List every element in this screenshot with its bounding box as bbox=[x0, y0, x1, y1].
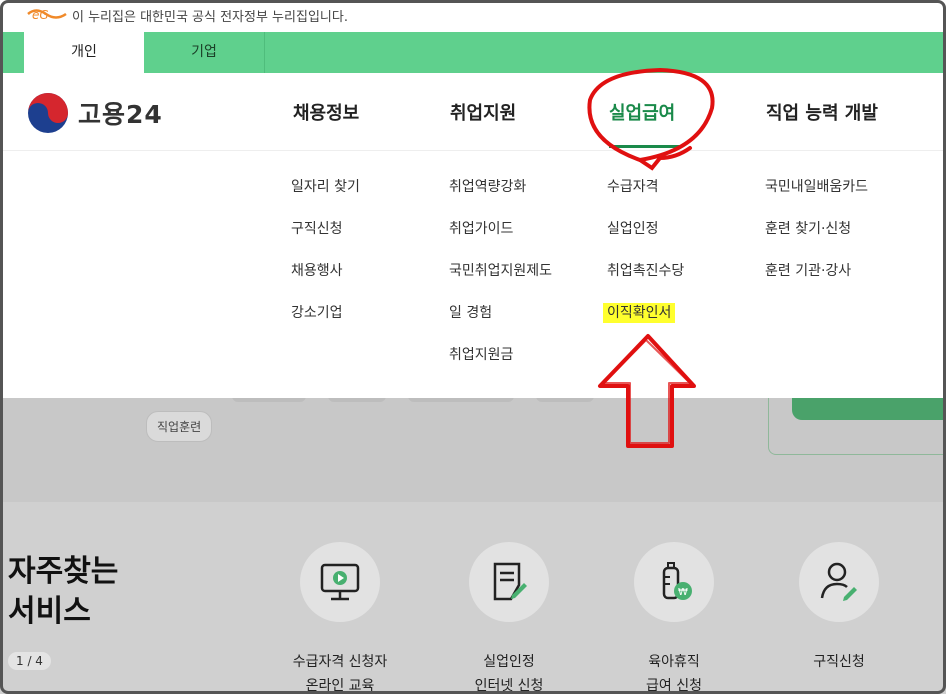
menu-item-subsidy[interactable]: 취업지원금 bbox=[449, 346, 552, 388]
menu-item-capacity[interactable]: 취업역량강화 bbox=[449, 178, 552, 220]
service-label-line1: 실업인정 bbox=[483, 654, 535, 670]
mega-menu: 일자리 찾기 구직신청 채용행사 강소기업 취업역량강화 취업가이드 국민취업지… bbox=[0, 151, 946, 398]
menu-item-work-experience[interactable]: 일 경험 bbox=[449, 304, 552, 346]
faq-title-line1: 자주찾는 bbox=[8, 554, 119, 589]
menu-item-guide[interactable]: 취업가이드 bbox=[449, 220, 552, 262]
gov-banner: eG 이 누리집은 대한민국 공식 전자정부 누리집입니다. bbox=[0, 0, 946, 32]
service-icon-circle bbox=[469, 542, 549, 622]
service-icon-circle: ₩ bbox=[634, 542, 714, 622]
site-logo[interactable]: 고용24 bbox=[26, 91, 163, 135]
menu-item-training-search[interactable]: 훈련 찾기·신청 bbox=[765, 220, 868, 262]
site-header: 고용24 채용정보 취업지원 실업급여 직업 능력 개발 bbox=[0, 73, 946, 151]
service-parental-leave[interactable]: ₩ 육아휴직 급여 신청 bbox=[604, 542, 744, 698]
gov-emblem-icon: eG bbox=[27, 8, 67, 22]
menu-item-national-support[interactable]: 국민취업지원제도 bbox=[449, 262, 552, 304]
person-pen-icon bbox=[820, 562, 857, 601]
menu-item-training-institution[interactable]: 훈련 기관·강사 bbox=[765, 262, 868, 304]
active-nav-underline bbox=[609, 145, 681, 148]
menu-item-learning-card[interactable]: 국민내일배움카드 bbox=[765, 178, 868, 220]
tab-business[interactable]: 기업 bbox=[144, 32, 265, 73]
faq-title-line2: 서비스 bbox=[8, 594, 91, 629]
service-label-line2: 온라인 교육 bbox=[305, 678, 375, 694]
menu-item-separation-certificate[interactable]: 이직확인서 bbox=[603, 303, 684, 346]
taegeuk-logo-icon bbox=[28, 93, 68, 133]
menu-col-unemployment: 수급자격 실업인정 취업촉진수당 이직확인서 bbox=[603, 178, 684, 346]
menu-item-job-fair[interactable]: 채용행사 bbox=[291, 262, 360, 304]
faq-title: 자주찾는 서비스 bbox=[8, 552, 118, 632]
menu-item-job-search[interactable]: 일자리 찾기 bbox=[291, 178, 360, 220]
nav-vocational-training[interactable]: 직업 능력 개발 bbox=[766, 99, 878, 125]
menu-item-eligibility[interactable]: 수급자격 bbox=[607, 178, 684, 220]
service-label: 수급자격 신청자 온라인 교육 bbox=[270, 650, 410, 698]
monitor-play-icon bbox=[320, 563, 360, 601]
service-label: 육아휴직 급여 신청 bbox=[604, 650, 744, 698]
service-label: 실업인정 인터넷 신청 bbox=[439, 650, 579, 698]
nav-job-info[interactable]: 채용정보 bbox=[293, 99, 359, 125]
menu-col-employment-support: 취업역량강화 취업가이드 국민취업지원제도 일 경험 취업지원금 bbox=[449, 178, 552, 388]
service-label-line1: 수급자격 신청자 bbox=[292, 654, 388, 670]
svg-text:eG: eG bbox=[32, 8, 49, 22]
menu-col-job-info: 일자리 찾기 구직신청 채용행사 강소기업 bbox=[291, 178, 360, 346]
document-pen-icon bbox=[493, 562, 527, 601]
service-label-line1: 육아휴직 bbox=[648, 654, 700, 670]
menu-col-training: 국민내일배움카드 훈련 찾기·신청 훈련 기관·강사 bbox=[765, 178, 868, 304]
menu-item-strong-smb[interactable]: 강소기업 bbox=[291, 304, 360, 346]
menu-item-certification[interactable]: 실업인정 bbox=[607, 220, 684, 262]
service-label-line1: 구직신청 bbox=[813, 654, 865, 670]
service-label-line2: 인터넷 신청 bbox=[474, 678, 544, 694]
baby-bottle-icon: ₩ bbox=[662, 562, 692, 600]
service-icon-circle bbox=[300, 542, 380, 622]
nav-employment-support[interactable]: 취업지원 bbox=[450, 99, 516, 125]
user-type-tabs: 개인 기업 bbox=[0, 32, 946, 73]
svg-text:₩: ₩ bbox=[678, 587, 688, 598]
chip-vocational-training[interactable]: 직업훈련 bbox=[146, 411, 213, 442]
nav-unemployment-benefits[interactable]: 실업급여 bbox=[609, 99, 675, 125]
service-icon-circle bbox=[799, 542, 879, 622]
menu-item-promotion-allowance[interactable]: 취업촉진수당 bbox=[607, 262, 684, 304]
service-job-application[interactable]: 구직신청 bbox=[769, 542, 909, 674]
service-online-education[interactable]: 수급자격 신청자 온라인 교육 bbox=[270, 542, 410, 698]
gov-banner-text: 이 누리집은 대한민국 공식 전자정부 누리집입니다. bbox=[72, 10, 348, 25]
service-label: 구직신청 bbox=[769, 650, 909, 674]
brand-name: 고용24 bbox=[78, 100, 163, 129]
tab-personal[interactable]: 개인 bbox=[24, 32, 144, 73]
menu-item-job-application[interactable]: 구직신청 bbox=[291, 220, 360, 262]
faq-pager[interactable]: 1 / 4 bbox=[8, 652, 51, 670]
service-online-certification[interactable]: 실업인정 인터넷 신청 bbox=[439, 542, 579, 698]
service-label-line2: 급여 신청 bbox=[646, 678, 702, 694]
highlighted-separation-certificate: 이직확인서 bbox=[603, 303, 676, 323]
